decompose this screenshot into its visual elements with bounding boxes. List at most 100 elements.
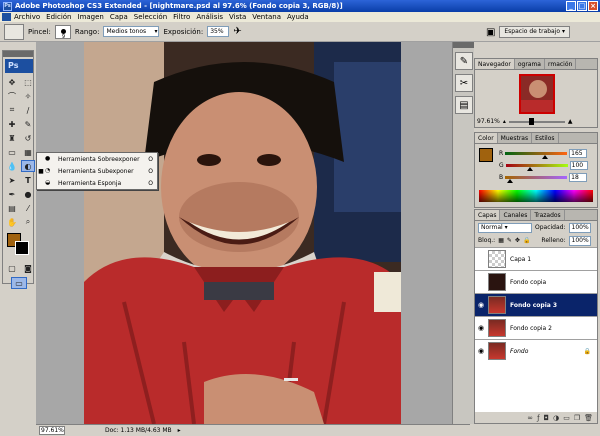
airbrush-icon[interactable]: ✈ (233, 26, 241, 37)
status-zoom-input[interactable]: 97.61% (39, 426, 65, 435)
flyout-item-burn[interactable]: ■ ◔ Herramienta Subexponer O (37, 165, 157, 177)
layer-row[interactable]: Capa 1 (475, 247, 597, 270)
tab-navegador[interactable]: Navegador (475, 59, 515, 69)
blue-slider-handle[interactable] (506, 178, 513, 183)
tab-estilos[interactable]: Estilos (532, 133, 559, 143)
menu-edicion[interactable]: Edición (46, 13, 71, 21)
move-tool-icon[interactable]: ✥ (5, 76, 19, 88)
link-layers-icon[interactable]: ∞ (527, 414, 533, 422)
menu-ayuda[interactable]: Ayuda (287, 13, 309, 21)
color-panel-foreground[interactable] (479, 148, 493, 162)
layer-row-selected[interactable]: ◉ Fondo copia 3 (475, 293, 597, 316)
red-value-input[interactable]: 165 (569, 148, 588, 158)
delete-layer-icon[interactable]: 🗑 (584, 414, 593, 422)
zoom-out-icon[interactable]: ▴ (503, 118, 506, 125)
menu-analisis[interactable]: Análisis (196, 13, 223, 21)
lock-transparency-icon[interactable]: ▦ (498, 237, 504, 244)
zoom-tool-icon[interactable]: ⌕ (21, 216, 35, 228)
zoom-in-icon[interactable]: ▲ (568, 118, 573, 125)
standard-mode-icon[interactable]: ▢ (5, 262, 19, 274)
toolbox-header[interactable] (3, 51, 33, 57)
layer-row[interactable]: ◉ Fondo 🔒 (475, 339, 597, 362)
layer-comps-panel-icon[interactable]: ▤ (455, 96, 473, 114)
eraser-tool-icon[interactable]: ▭ (5, 146, 19, 158)
type-tool-icon[interactable]: T (21, 174, 35, 186)
gradient-tool-icon[interactable]: ▦ (21, 146, 35, 158)
toolbox-logo[interactable]: Ps (5, 59, 33, 73)
status-menu-arrow-icon[interactable]: ▸ (178, 427, 181, 434)
blend-mode-select[interactable]: Normal ▾ (478, 222, 532, 233)
tab-muestras[interactable]: Muestras (498, 133, 533, 143)
menu-archivo[interactable]: Archivo (14, 13, 40, 21)
brushes-panel-icon[interactable]: ✎ (455, 52, 473, 70)
document-canvas[interactable] (36, 42, 470, 424)
opacity-input[interactable]: 100% (568, 222, 591, 233)
navigator-thumbnail[interactable] (519, 74, 555, 114)
lock-all-icon[interactable]: 🔒 (523, 237, 530, 244)
blue-value-input[interactable]: 18 (569, 172, 588, 182)
layer-row[interactable]: Fondo copia (475, 270, 597, 293)
tab-canales[interactable]: Canales (500, 210, 532, 220)
shape-tool-icon[interactable]: ● (21, 188, 35, 200)
menu-seleccion[interactable]: Selección (134, 13, 167, 21)
layer-row[interactable]: ◉ Fondo copia 2 (475, 316, 597, 339)
menu-ventana[interactable]: Ventana (252, 13, 281, 21)
menu-imagen[interactable]: Imagen (78, 13, 104, 21)
screen-mode-icon[interactable]: ▭ (11, 277, 27, 289)
lasso-tool-icon[interactable]: ⌒ (5, 90, 19, 102)
green-slider[interactable] (505, 163, 568, 171)
new-layer-icon[interactable]: ❐ (574, 414, 580, 422)
marquee-tool-icon[interactable]: ⬚ (21, 76, 35, 88)
close-button[interactable]: × (588, 1, 598, 11)
notes-tool-icon[interactable]: ▤ (5, 202, 19, 214)
dock-header[interactable] (453, 42, 474, 48)
slice-tool-icon[interactable]: ∕ (21, 104, 35, 116)
hand-tool-icon[interactable]: ✋ (5, 216, 19, 228)
tab-capas[interactable]: Capas (475, 210, 501, 220)
navigator-zoom-slider[interactable] (508, 117, 565, 125)
path-selection-icon[interactable]: ➤ (5, 174, 19, 186)
blur-tool-icon[interactable]: 💧 (5, 160, 19, 172)
navigator-slider-handle[interactable] (529, 117, 535, 125)
green-value-input[interactable]: 100 (569, 160, 588, 170)
maximize-button[interactable]: □ (577, 1, 587, 11)
menu-filtro[interactable]: Filtro (173, 13, 190, 21)
navigator-zoom-value[interactable]: 97.61% (477, 118, 500, 125)
range-select[interactable]: Medios tonos ▾ (103, 26, 160, 37)
history-brush-icon[interactable]: ↺ (21, 132, 35, 144)
quick-mask-icon[interactable]: ◙ (21, 262, 35, 274)
workspace-button[interactable]: Espacio de trabajo ▾ (499, 26, 570, 38)
dodge-burn-tool-icon[interactable]: ◐ (21, 160, 35, 172)
adjustment-layer-icon[interactable]: ◑ (553, 414, 559, 422)
tool-preset-picker[interactable] (4, 23, 24, 40)
tab-trazados[interactable]: Trazados (531, 210, 565, 220)
eyedropper-tool-icon[interactable]: ⁄ (21, 202, 35, 214)
tab-color[interactable]: Color (475, 133, 498, 143)
healing-brush-icon[interactable]: ✚ (5, 118, 19, 130)
minimize-button[interactable]: _ (566, 1, 576, 11)
flyout-item-sponge[interactable]: ◒ Herramienta Esponja O (37, 177, 157, 189)
flyout-item-dodge[interactable]: ● Herramienta Sobreexponer O (37, 153, 157, 165)
new-group-icon[interactable]: ▭ (563, 414, 570, 422)
magic-wand-tool-icon[interactable]: ✧ (21, 90, 35, 102)
lock-position-icon[interactable]: ✥ (515, 237, 520, 244)
eye-icon[interactable]: ◉ (475, 324, 487, 332)
tool-presets-panel-icon[interactable]: ✂ (455, 74, 473, 92)
menu-capa[interactable]: Capa (110, 13, 128, 21)
red-slider[interactable] (505, 151, 568, 159)
brush-picker[interactable]: 9 (54, 24, 71, 40)
layer-style-icon[interactable]: ƒ (537, 414, 539, 422)
pen-tool-icon[interactable]: ✒ (5, 188, 19, 200)
blue-slider[interactable] (505, 175, 568, 183)
document-image[interactable] (84, 42, 401, 424)
eye-icon[interactable]: ◉ (475, 347, 487, 355)
red-slider-handle[interactable] (542, 154, 549, 159)
green-slider-handle[interactable] (526, 166, 533, 171)
tab-informacion[interactable]: rmación (545, 59, 577, 69)
app-menu-icon[interactable] (2, 13, 11, 21)
lock-pixels-icon[interactable]: ✎ (507, 237, 512, 244)
bridge-icon[interactable]: ▣ (486, 27, 495, 38)
exposure-input[interactable]: 35% (207, 26, 230, 37)
tab-histograma[interactable]: ograma (515, 59, 545, 69)
brush-tool-icon[interactable]: ✎ (21, 118, 35, 130)
